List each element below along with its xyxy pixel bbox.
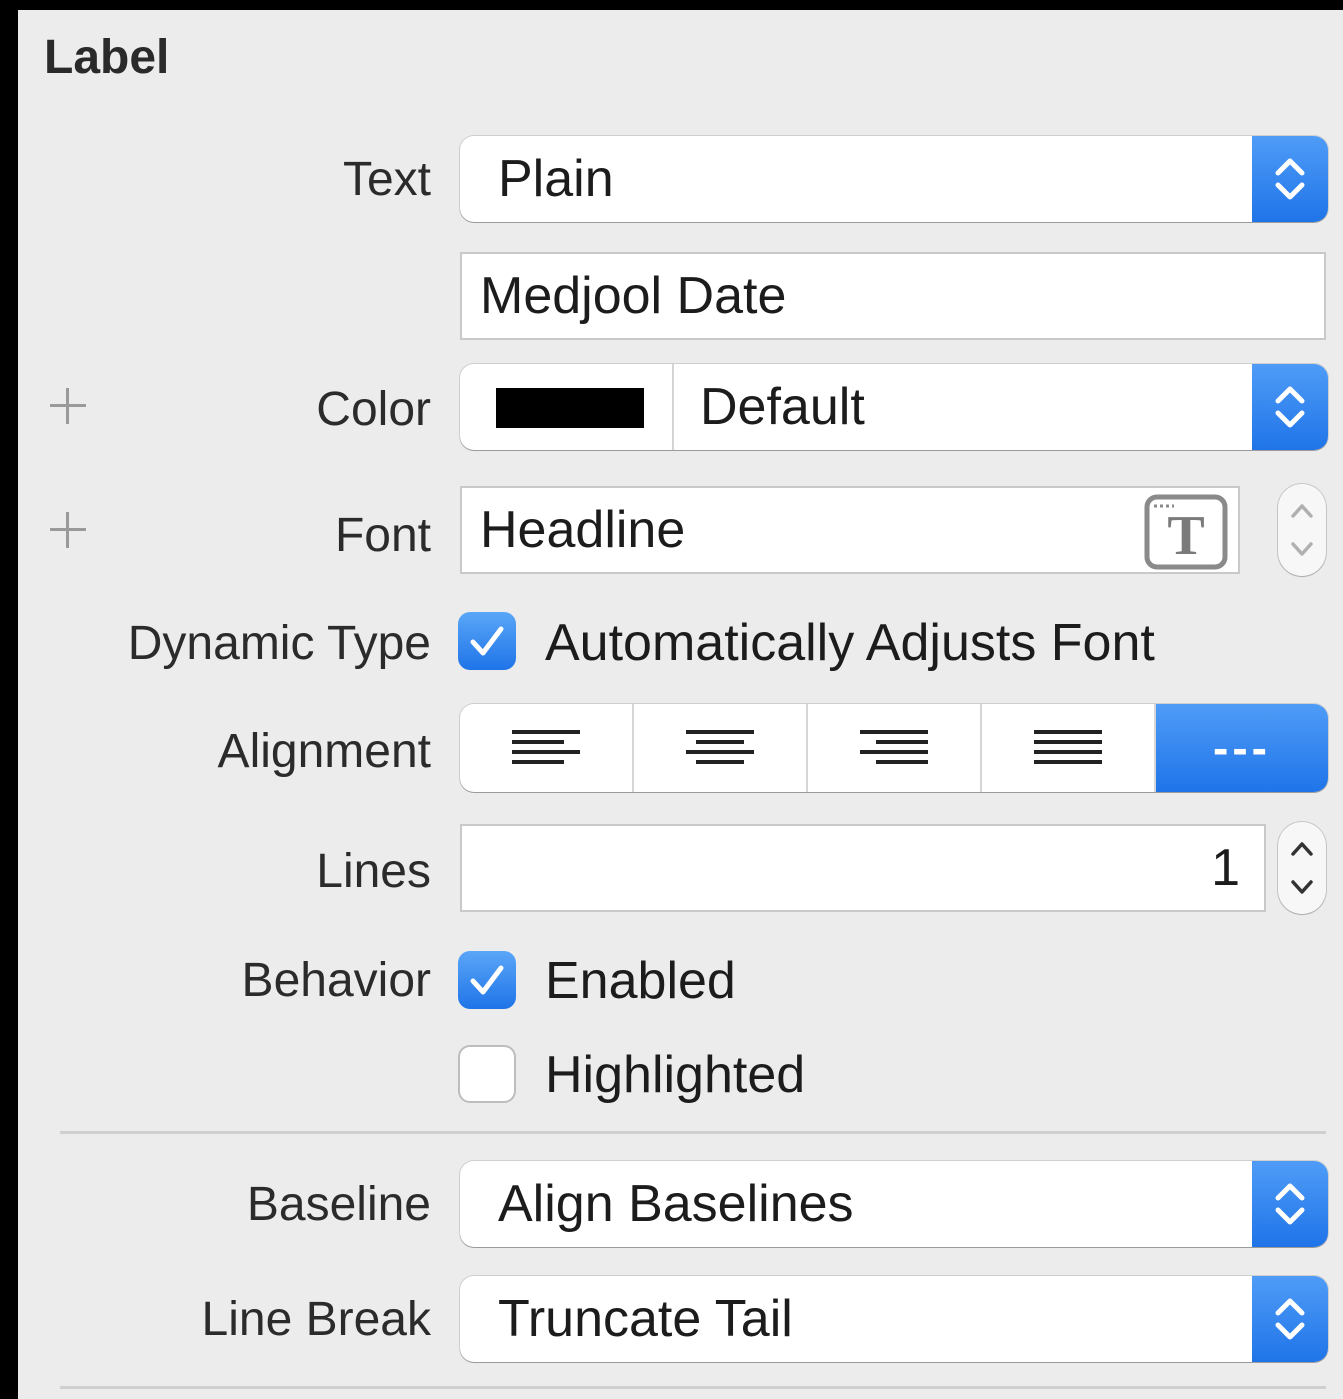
baseline-popup[interactable]: Align Baselines bbox=[460, 1161, 1328, 1247]
baseline-value: Align Baselines bbox=[498, 1175, 854, 1233]
color-label: Color bbox=[316, 383, 431, 436]
label-text-value: Medjool Date bbox=[480, 267, 787, 325]
label-text-field[interactable]: Medjool Date bbox=[460, 252, 1326, 340]
lines-value: 1 bbox=[1211, 839, 1240, 897]
behavior-label: Behavior bbox=[241, 954, 431, 1007]
color-popup[interactable]: Default bbox=[460, 364, 1328, 450]
svg-text:T: T bbox=[1167, 505, 1204, 567]
section-divider bbox=[60, 1131, 1326, 1134]
font-label: Font bbox=[334, 509, 431, 562]
line-break-value: Truncate Tail bbox=[498, 1290, 793, 1348]
line-break-label: Line Break bbox=[201, 1293, 431, 1346]
text-type-value: Plain bbox=[498, 150, 614, 208]
align-natural-glyph: --- bbox=[1213, 722, 1271, 774]
text-label: Text bbox=[342, 153, 431, 206]
section-title: Label bbox=[44, 31, 170, 84]
adjusts-font-checkbox[interactable] bbox=[458, 612, 516, 670]
alignment-segmented-control[interactable]: --- bbox=[460, 704, 1328, 792]
font-size-stepper[interactable] bbox=[1278, 484, 1326, 576]
color-value: Default bbox=[700, 378, 865, 436]
checkmark-icon bbox=[470, 965, 504, 995]
font-value: Headline bbox=[480, 501, 686, 559]
lines-label: Lines bbox=[316, 845, 431, 898]
align-natural-segment[interactable]: --- bbox=[1156, 704, 1328, 792]
font-field[interactable]: Headline T bbox=[460, 486, 1240, 574]
align-left-segment[interactable] bbox=[460, 704, 634, 792]
align-center-icon bbox=[686, 730, 754, 764]
lines-field[interactable]: 1 bbox=[460, 824, 1266, 912]
popup-arrows-icon bbox=[1252, 1161, 1328, 1247]
lines-stepper[interactable] bbox=[1278, 822, 1326, 914]
font-plus-icon[interactable] bbox=[48, 510, 88, 550]
highlighted-checkbox[interactable] bbox=[458, 1045, 516, 1103]
line-break-popup[interactable]: Truncate Tail bbox=[460, 1276, 1328, 1362]
align-center-segment[interactable] bbox=[634, 704, 808, 792]
align-right-segment[interactable] bbox=[808, 704, 982, 792]
text-type-popup[interactable]: Plain bbox=[460, 136, 1328, 222]
align-right-icon bbox=[860, 730, 928, 764]
enabled-checkbox[interactable] bbox=[458, 951, 516, 1009]
color-divider bbox=[672, 364, 674, 450]
enabled-label: Enabled bbox=[545, 952, 736, 1010]
popup-arrows-icon bbox=[1252, 136, 1328, 222]
align-justified-icon bbox=[1034, 730, 1102, 764]
bottom-divider bbox=[60, 1386, 1326, 1389]
font-picker-icon[interactable]: T bbox=[1144, 494, 1228, 575]
adjusts-font-label: Automatically Adjusts Font bbox=[545, 614, 1155, 672]
align-justified-segment[interactable] bbox=[982, 704, 1156, 792]
dynamic-type-label: Dynamic Type bbox=[127, 617, 431, 670]
popup-arrows-icon bbox=[1252, 1276, 1328, 1362]
color-plus-icon[interactable] bbox=[48, 386, 88, 426]
highlighted-label: Highlighted bbox=[545, 1046, 806, 1104]
checkmark-icon bbox=[470, 626, 504, 656]
alignment-label: Alignment bbox=[217, 725, 431, 778]
popup-arrows-icon bbox=[1252, 364, 1328, 450]
baseline-label: Baseline bbox=[246, 1178, 431, 1231]
align-left-icon bbox=[512, 730, 580, 764]
color-swatch[interactable] bbox=[496, 388, 644, 428]
